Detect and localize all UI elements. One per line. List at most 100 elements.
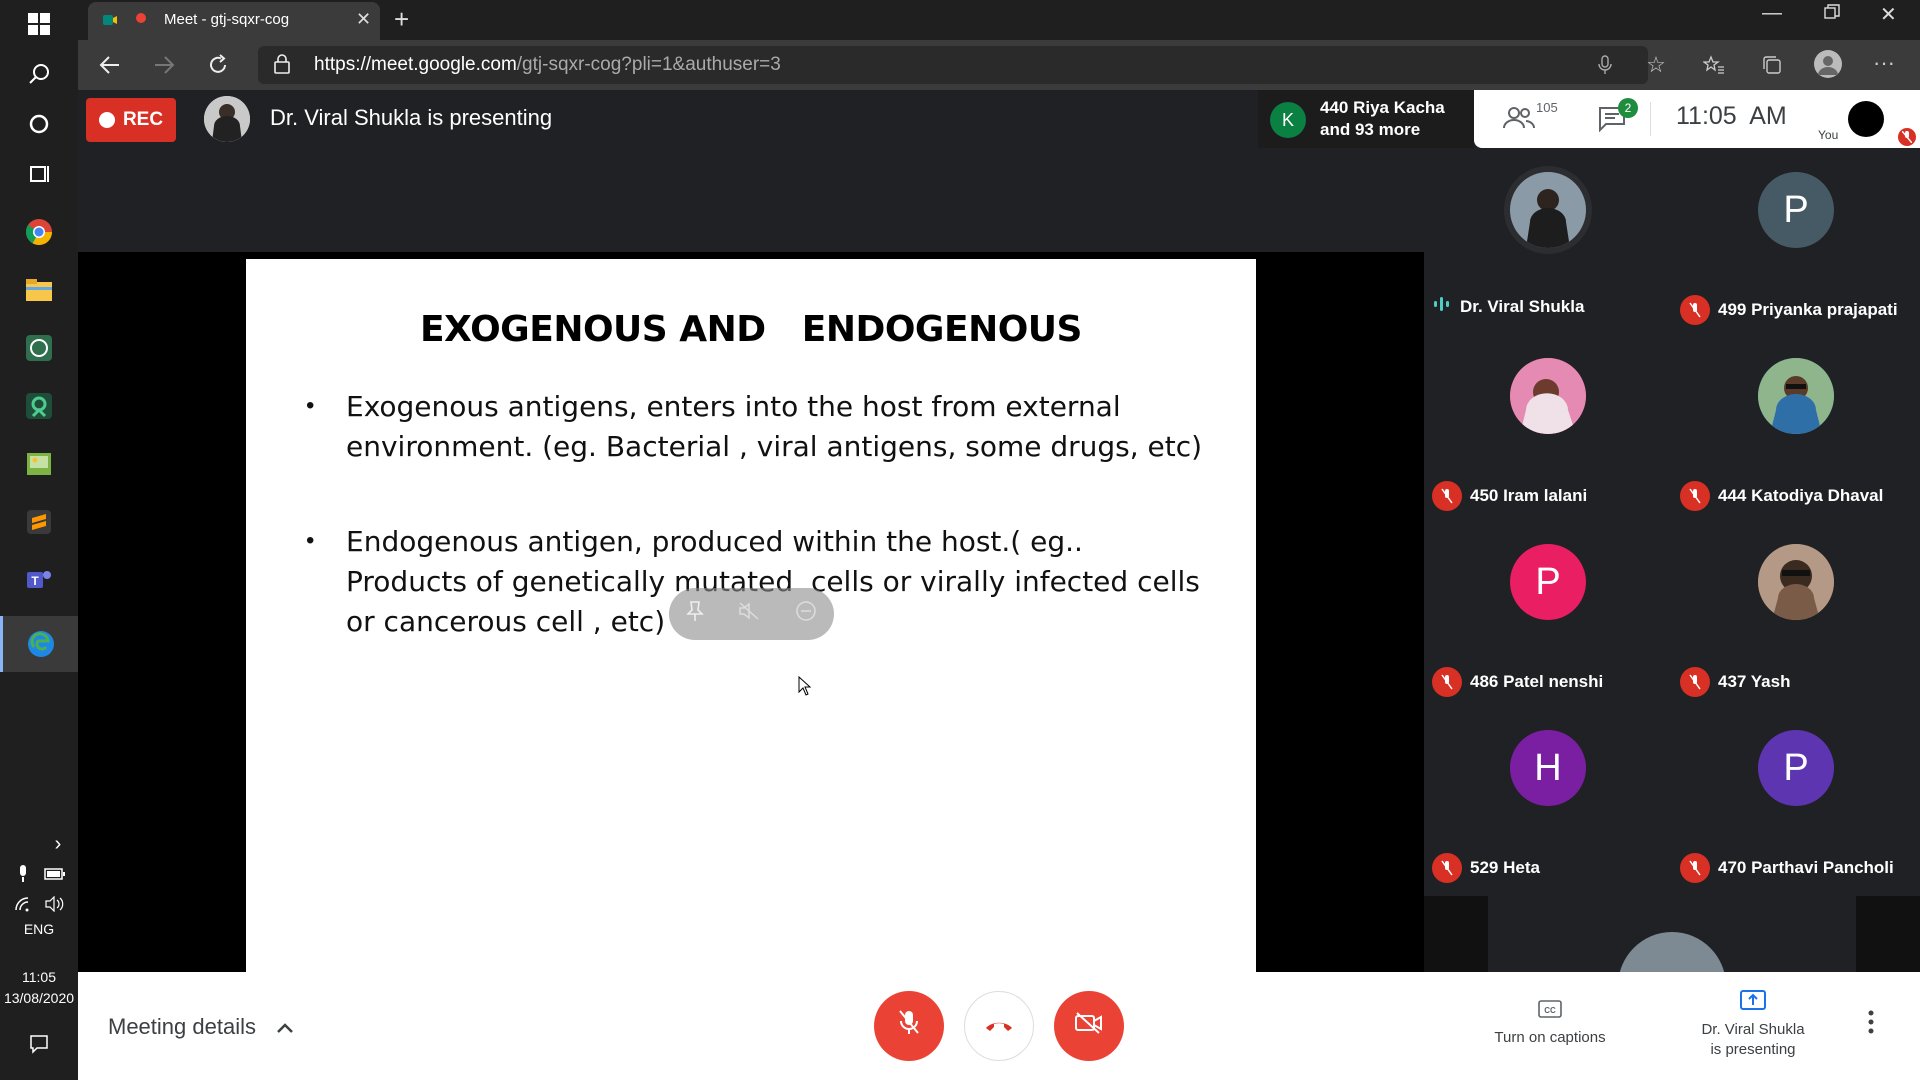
participant-tile[interactable]: 437 Yash xyxy=(1672,520,1920,706)
join-notification[interactable]: K 440 Riya Kacha and 93 more xyxy=(1258,90,1474,148)
close-tab-icon[interactable]: ✕ xyxy=(356,9,371,30)
people-count: 105 xyxy=(1536,100,1558,115)
muted-mic-icon xyxy=(1680,295,1710,325)
participant-name: 486 Patel nenshi xyxy=(1470,672,1604,691)
captions-button[interactable]: CC Turn on captions xyxy=(1488,1000,1612,1046)
microphone-permission-icon[interactable] xyxy=(1598,55,1612,81)
wifi-icon[interactable] xyxy=(8,882,38,926)
search-icon[interactable] xyxy=(17,52,61,96)
reload-icon[interactable] xyxy=(200,47,236,83)
input-language[interactable]: ENG xyxy=(0,921,78,937)
presenting-label-2: is presenting xyxy=(1710,1041,1796,1058)
more-options-icon[interactable] xyxy=(1868,1010,1874,1039)
people-button[interactable]: 105 xyxy=(1502,100,1558,137)
volume-icon[interactable] xyxy=(40,882,70,926)
url-domain: https://meet.google.com xyxy=(314,54,517,75)
lock-icon[interactable] xyxy=(274,54,290,80)
bullet-icon: • xyxy=(306,527,315,554)
record-dot-icon xyxy=(98,112,115,128)
slide-title: EXOGENOUS AND ENDOGENOUS xyxy=(420,309,1082,350)
back-icon[interactable] xyxy=(92,47,128,83)
chat-button[interactable]: 2 xyxy=(1598,98,1638,137)
chevron-up-icon xyxy=(276,1014,294,1040)
photos-app-icon[interactable] xyxy=(17,442,61,486)
minimize-icon[interactable]: — xyxy=(1762,2,1782,25)
restore-icon[interactable] xyxy=(1824,4,1840,25)
mic-toggle-button[interactable] xyxy=(874,991,944,1061)
muted-mic-icon xyxy=(1680,667,1710,697)
taskbar-date[interactable]: 13/08/2020 xyxy=(0,990,78,1006)
meet-favicon-icon xyxy=(102,12,118,32)
participant-tile[interactable]: P 499 Priyanka prajapati xyxy=(1672,148,1920,334)
favorites-icon[interactable] xyxy=(1696,47,1732,83)
closed-captions-icon: CC xyxy=(1538,1000,1562,1023)
participant-avatar: P xyxy=(1758,730,1834,806)
presenting-status-button[interactable]: Dr. Viral Shukla is presenting xyxy=(1678,990,1828,1058)
participant-avatar: P xyxy=(1510,544,1586,620)
meeting-details-button[interactable]: Meeting details xyxy=(108,1014,294,1040)
hang-up-icon xyxy=(984,1012,1014,1040)
pin-icon[interactable] xyxy=(686,600,705,628)
participant-tile[interactable]: P 486 Patel nenshi xyxy=(1424,520,1672,706)
profile-avatar[interactable] xyxy=(1814,50,1842,78)
mute-participant-icon[interactable] xyxy=(738,601,760,627)
svg-text:CC: CC xyxy=(1544,1006,1556,1015)
taskbar-time[interactable]: 11:05 xyxy=(0,969,78,985)
whatsapp-icon[interactable] xyxy=(17,326,61,370)
participant-name: 444 Katodiya Dhaval xyxy=(1718,486,1884,505)
joined-line-1: 440 Riya Kacha xyxy=(1320,98,1445,117)
participant-grid: Dr. Viral Shukla P 499 Priyanka prajapat… xyxy=(1424,148,1920,972)
task-view-icon[interactable] xyxy=(17,152,61,196)
camera-toggle-button[interactable] xyxy=(1054,991,1124,1061)
bullet-icon: • xyxy=(306,392,315,419)
participant-name-row: 486 Patel nenshi xyxy=(1432,667,1603,697)
cortana-icon[interactable] xyxy=(17,102,61,146)
joined-avatar: K xyxy=(1270,102,1306,138)
sublime-text-icon[interactable] xyxy=(17,500,61,544)
notifications-icon[interactable] xyxy=(17,1022,61,1066)
more-menu-icon[interactable]: ··· xyxy=(1866,45,1902,81)
slide-bullet-1: Exogenous antigens, enters into the host… xyxy=(346,390,1203,463)
tab-title: Meet - gtj-sqxr-cog xyxy=(164,11,290,28)
meet-bottom-bar: Meeting details CC Turn on captions Dr. … xyxy=(78,972,1920,1080)
new-tab-icon[interactable]: + xyxy=(394,4,409,35)
muted-mic-icon xyxy=(1432,853,1462,883)
grid-spacer xyxy=(1424,896,1488,972)
leave-call-button[interactable] xyxy=(964,991,1034,1061)
participant-tile[interactable]: P 470 Parthavi Pancholi xyxy=(1672,706,1920,892)
participant-name: 437 Yash xyxy=(1718,672,1791,691)
participant-tile[interactable]: 450 Iram lalani xyxy=(1424,334,1672,520)
edge-icon[interactable] xyxy=(0,616,78,672)
participant-name-row: 444 Katodiya Dhaval xyxy=(1680,481,1883,511)
file-explorer-icon[interactable] xyxy=(17,268,61,312)
forward-icon[interactable] xyxy=(146,47,182,83)
maps-app-icon[interactable] xyxy=(17,384,61,428)
address-bar[interactable]: https://meet.google.com/gtj-sqxr-cog?pli… xyxy=(258,46,1648,84)
close-window-icon[interactable]: ✕ xyxy=(1880,2,1897,27)
chrome-icon[interactable] xyxy=(17,210,61,254)
participant-name: 450 Iram lalani xyxy=(1470,486,1588,505)
recording-indicator: REC xyxy=(86,98,176,142)
participant-name-row: 529 Heta xyxy=(1432,853,1540,883)
divider xyxy=(1650,102,1651,136)
participant-name: Dr. Viral Shukla xyxy=(1460,296,1585,316)
participant-tile[interactable]: 444 Katodiya Dhaval xyxy=(1672,334,1920,520)
url-path: /gtj-sqxr-cog?pli=1&authuser=3 xyxy=(516,54,781,75)
self-view-avatar[interactable] xyxy=(1848,101,1884,137)
remove-participant-icon[interactable] xyxy=(795,600,817,628)
participant-avatar xyxy=(1510,358,1586,434)
collections-icon[interactable] xyxy=(1754,47,1790,83)
speaking-indicator-icon xyxy=(1432,295,1452,318)
chat-count-badge: 2 xyxy=(1618,98,1638,118)
windows-start-icon[interactable] xyxy=(17,2,61,46)
participant-name-row: 437 Yash xyxy=(1680,667,1790,697)
browser-tab[interactable]: Meet - gtj-sqxr-cog ✕ xyxy=(88,2,380,40)
participant-avatar xyxy=(1758,544,1834,620)
participant-tile[interactable]: H 529 Heta xyxy=(1424,706,1672,892)
participant-name: 470 Parthavi Pancholi xyxy=(1718,858,1894,877)
you-label: You xyxy=(1818,128,1839,142)
favorite-star-icon[interactable]: ☆ xyxy=(1638,47,1674,83)
muted-mic-icon xyxy=(1680,853,1710,883)
teams-icon[interactable]: T xyxy=(17,558,61,602)
participant-tile[interactable]: Dr. Viral Shukla xyxy=(1424,148,1672,334)
